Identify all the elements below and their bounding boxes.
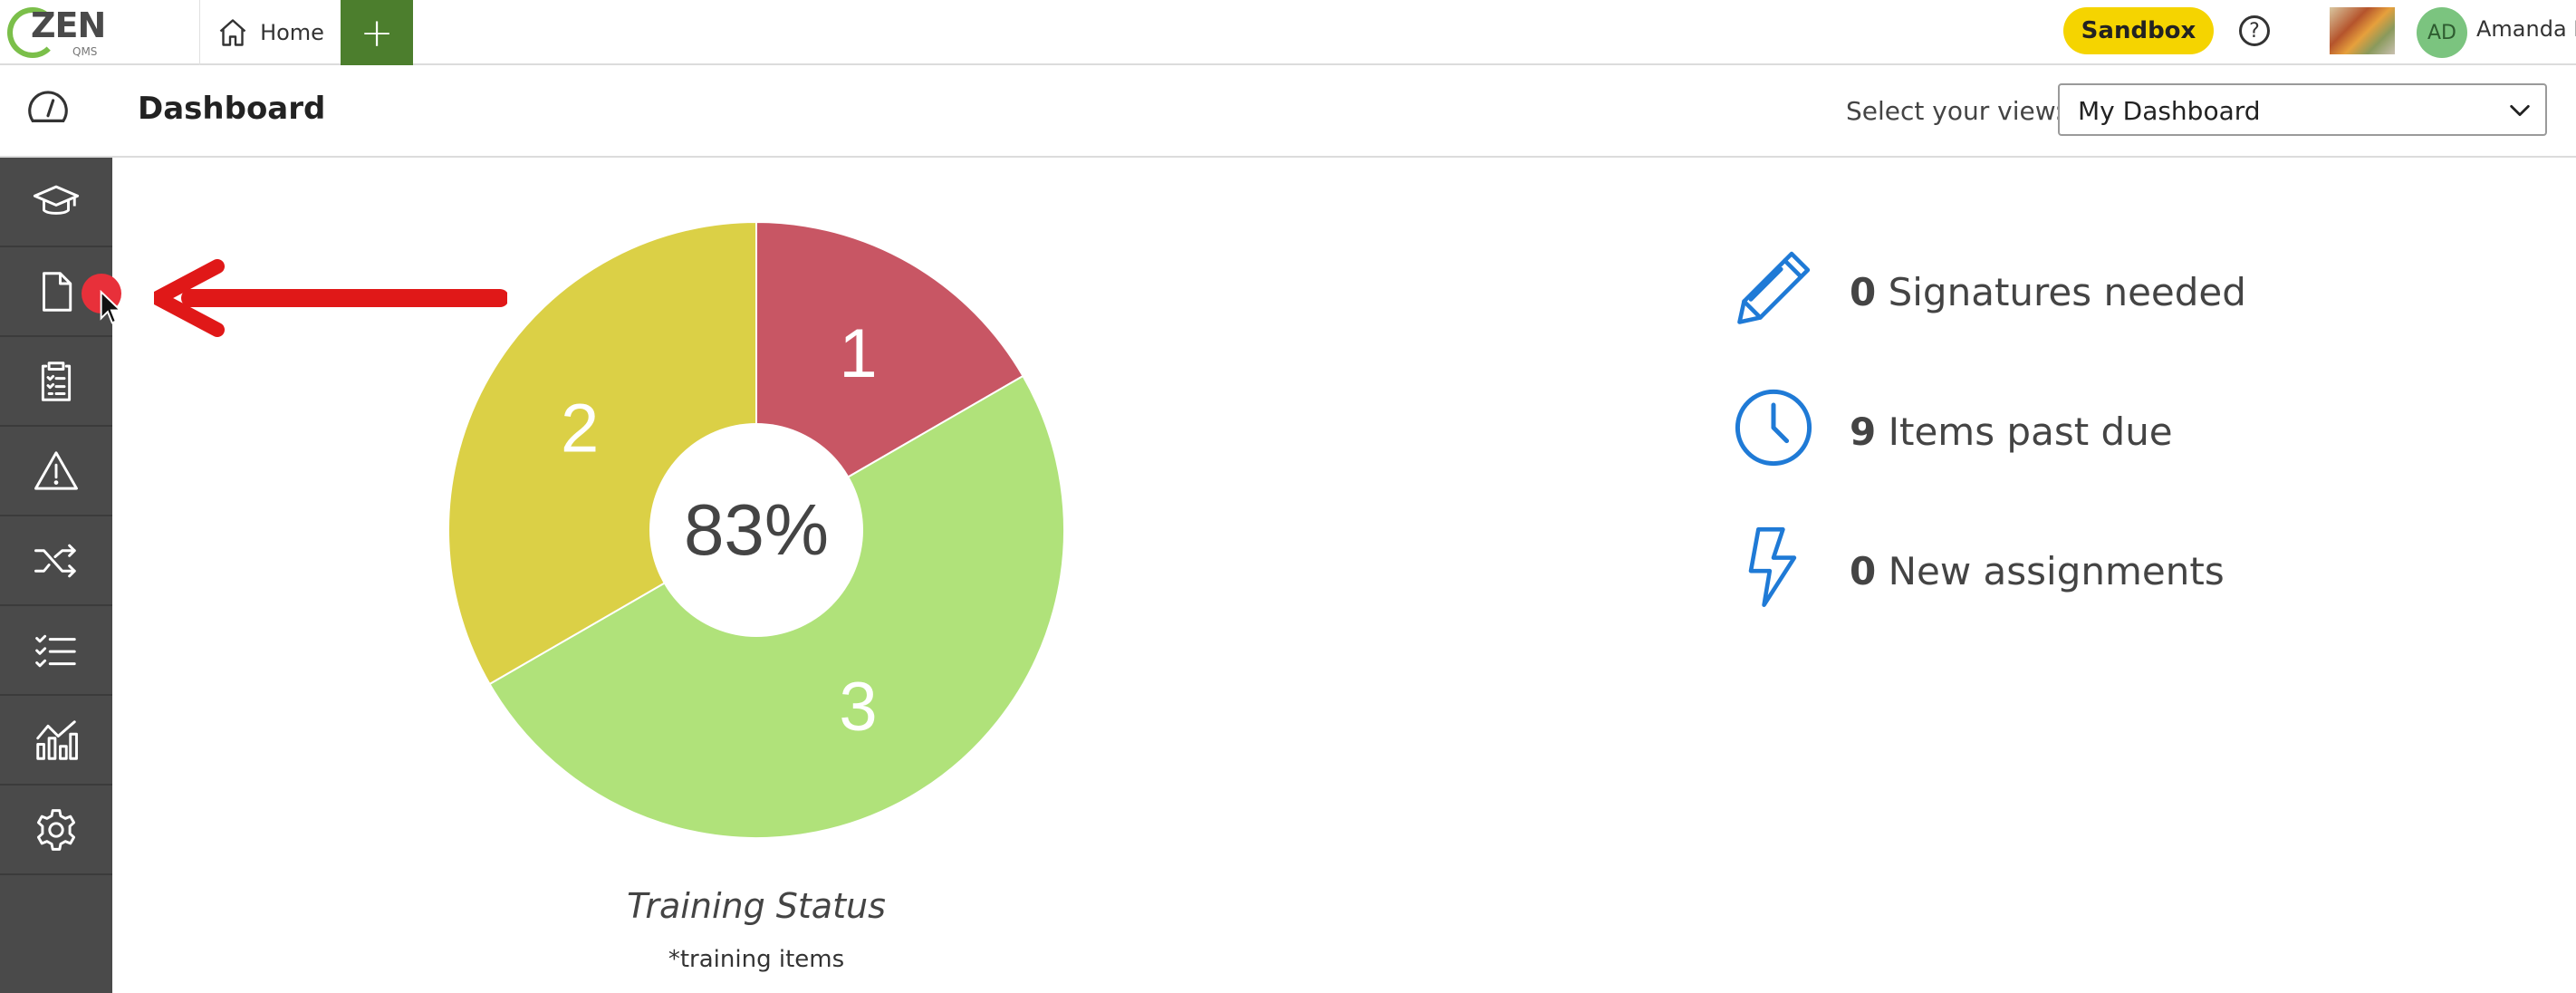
organization-image[interactable]	[2330, 7, 2395, 54]
pie-slice-label: 1	[839, 315, 877, 392]
pie-slice-label: 3	[839, 669, 877, 746]
user-avatar[interactable]: AD	[2417, 7, 2467, 58]
tab-home[interactable]: Home	[199, 0, 341, 65]
clock-icon	[1735, 389, 1812, 467]
page-header: Dashboard Select your view: My Dashboard	[0, 65, 2576, 158]
page-title: Dashboard	[138, 91, 326, 127]
document-icon	[43, 271, 72, 312]
analytics-chart-icon	[36, 719, 78, 760]
chart-subtitle: *training items	[668, 946, 845, 973]
stat-signatures-label: Signatures needed	[1888, 270, 2246, 314]
top-bar: ZEN QMS Home + Sandbox ? AD Amanda D	[0, 0, 2576, 65]
chart-title: Training Status	[627, 886, 886, 926]
sidebar-item-settings[interactable]	[0, 786, 112, 875]
stat-past-due-count: 9	[1850, 410, 1877, 454]
logo-text: ZEN	[31, 5, 106, 45]
chart-center-label: 83%	[684, 489, 829, 570]
sandbox-badge[interactable]: Sandbox	[2063, 7, 2214, 54]
add-tab-button[interactable]: +	[341, 0, 413, 65]
shuffle-icon	[34, 544, 76, 577]
stat-past-due-text: 9 Items past due	[1850, 410, 2173, 454]
help-icon[interactable]: ?	[2239, 15, 2270, 46]
zen-qms-logo[interactable]: ZEN QMS	[5, 4, 114, 62]
tab-home-label: Home	[260, 20, 324, 45]
user-name[interactable]: Amanda D	[2476, 16, 2576, 42]
view-select[interactable]: My Dashboard	[2058, 83, 2547, 136]
pie-slice-label: 2	[561, 390, 599, 468]
dashboard-gauge-icon[interactable]	[24, 85, 72, 134]
sidebar-item-training[interactable]	[0, 158, 112, 247]
sidebar-item-risks[interactable]	[0, 427, 112, 516]
stat-signatures-text: 0 Signatures needed	[1850, 270, 2246, 314]
lightning-bolt-icon	[1748, 527, 1797, 607]
stat-assignments-count: 0	[1850, 549, 1877, 593]
mouse-cursor-icon	[100, 290, 123, 324]
stat-signatures-count: 0	[1850, 270, 1877, 314]
pencil-icon	[1737, 251, 1811, 324]
stat-assignments-text: 0 New assignments	[1850, 549, 2225, 593]
gear-icon	[36, 808, 76, 851]
sidebar-item-audits[interactable]	[0, 337, 112, 427]
view-select-label: Select your view:	[1846, 96, 2063, 126]
stat-assignments-label: New assignments	[1888, 549, 2225, 593]
sidebar-item-changes[interactable]	[0, 516, 112, 606]
checklist-icon	[35, 634, 76, 667]
logo-subtext: QMS	[72, 45, 98, 58]
stat-past-due-label: Items past due	[1888, 410, 2173, 454]
sidebar-item-reports[interactable]	[0, 696, 112, 786]
training-status-chart: 83% 1 3 2	[447, 220, 1065, 839]
view-select-value: My Dashboard	[2078, 96, 2261, 126]
sidebar-item-tasks[interactable]	[0, 606, 112, 696]
graduation-cap-icon	[33, 185, 80, 215]
home-icon	[219, 19, 246, 46]
chevron-down-icon	[2510, 104, 2530, 117]
clipboard-checklist-icon	[41, 361, 72, 401]
warning-triangle-icon	[34, 450, 78, 490]
